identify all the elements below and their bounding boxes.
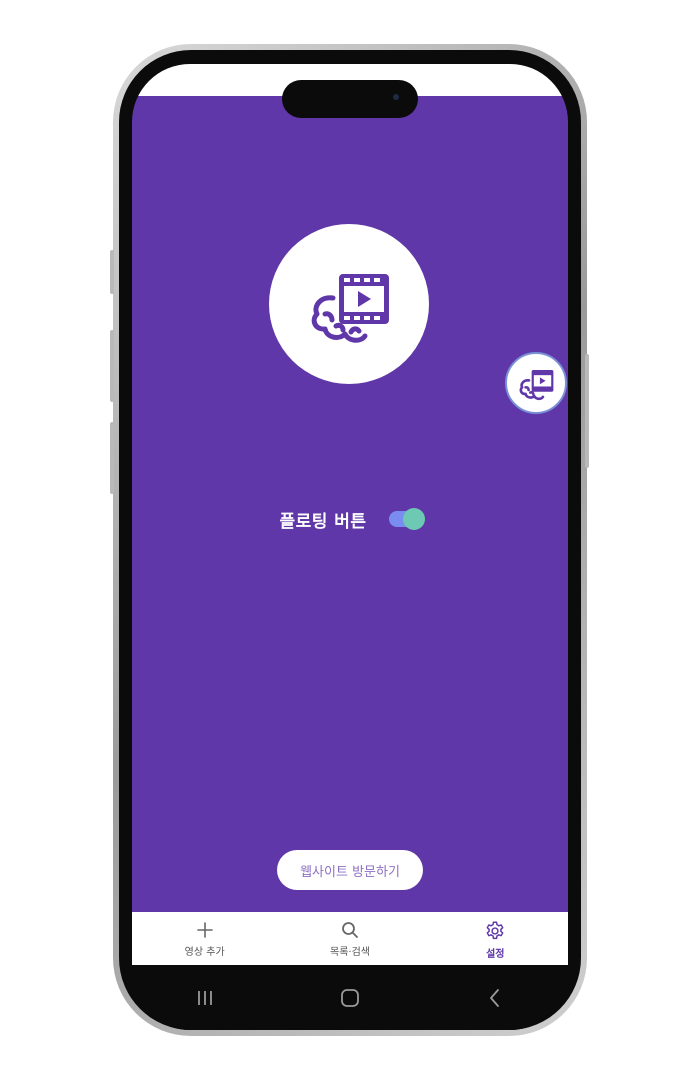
power-button bbox=[585, 354, 589, 468]
search-icon bbox=[342, 922, 358, 938]
nav-item-add-video[interactable]: 영상 추가 bbox=[132, 912, 277, 965]
bottom-nav: 영상 추가 목록·검색 설정 bbox=[132, 912, 568, 965]
volume-down-button bbox=[110, 422, 114, 494]
brain-video-icon bbox=[519, 369, 554, 401]
app-logo bbox=[269, 224, 429, 384]
camera-dot bbox=[393, 94, 399, 100]
system-nav-bar bbox=[132, 965, 568, 1030]
nav-label-list-search: 목록·검색 bbox=[330, 947, 370, 958]
floating-button-toggle[interactable] bbox=[388, 508, 425, 530]
dynamic-island bbox=[282, 80, 418, 118]
nav-label-add-video: 영상 추가 bbox=[184, 947, 225, 958]
back-icon[interactable] bbox=[484, 987, 506, 1009]
brain-video-icon bbox=[311, 274, 389, 343]
action-button bbox=[110, 250, 114, 294]
floating-button[interactable] bbox=[505, 352, 567, 414]
toggle-knob bbox=[402, 508, 425, 530]
settings-screen: 플로팅 버튼 웹사이트 방문하기 bbox=[132, 96, 568, 912]
plus-icon bbox=[196, 922, 213, 938]
gear-icon bbox=[486, 921, 504, 940]
floating-button-label: 플로팅 버튼 bbox=[279, 511, 367, 532]
volume-up-button bbox=[110, 330, 114, 402]
phone-screen: 플로팅 버튼 웹사이트 방문하기 영상 추가 목록·검색 설정 bbox=[132, 64, 568, 1030]
home-icon[interactable] bbox=[339, 987, 361, 1009]
recent-apps-icon[interactable] bbox=[194, 987, 216, 1009]
floating-button-setting: 플로팅 버튼 bbox=[132, 504, 568, 534]
nav-label-settings: 설정 bbox=[486, 949, 505, 960]
nav-item-list-search[interactable]: 목록·검색 bbox=[277, 912, 422, 965]
visit-website-button[interactable]: 웹사이트 방문하기 bbox=[277, 850, 423, 890]
nav-item-settings[interactable]: 설정 bbox=[423, 912, 568, 965]
